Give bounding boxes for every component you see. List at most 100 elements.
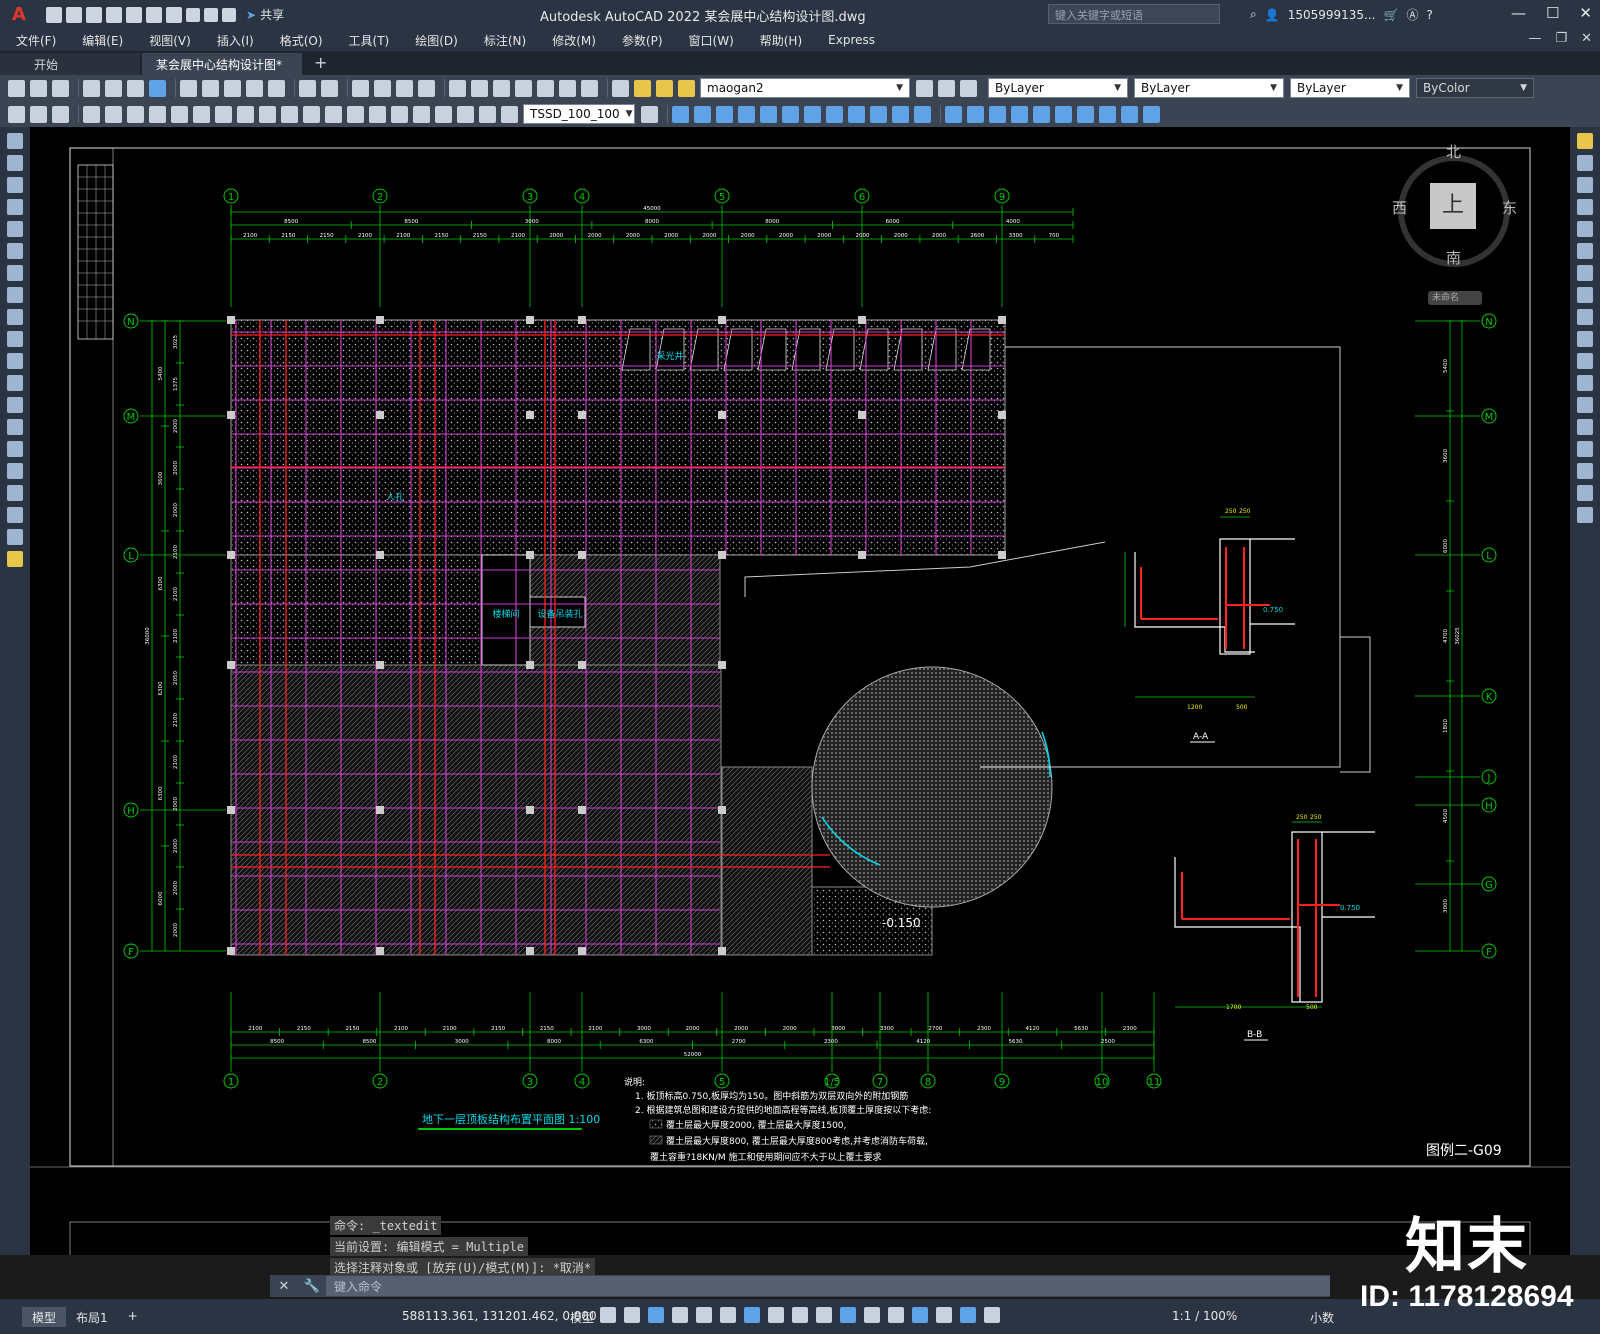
- tab-active-drawing[interactable]: 某会展中心结构设计图* ×: [142, 53, 302, 87]
- match-properties-icon[interactable]: [246, 79, 263, 97]
- dimstyle-manager-icon[interactable]: [641, 105, 658, 123]
- insert-block-icon[interactable]: [7, 375, 23, 391]
- baseline-icon[interactable]: [281, 105, 298, 123]
- modify-tool-icon[interactable]: [826, 105, 843, 123]
- menu-tools[interactable]: 工具(T): [349, 32, 390, 49]
- design-center-icon[interactable]: [471, 79, 488, 97]
- modify-tool-icon[interactable]: [694, 105, 711, 123]
- open-file-icon[interactable]: [66, 6, 82, 23]
- lineweight-icon[interactable]: [768, 1307, 784, 1323]
- search-icon[interactable]: ⌕: [1250, 7, 1257, 22]
- sheet-set-icon[interactable]: [515, 79, 532, 97]
- array-icon[interactable]: [1577, 221, 1593, 237]
- gizmo-icon[interactable]: [912, 1307, 928, 1323]
- inspection-icon[interactable]: [413, 105, 430, 123]
- auto-scale-icon[interactable]: [960, 1307, 976, 1323]
- ortho-icon[interactable]: [648, 1307, 664, 1323]
- object-snap-icon[interactable]: [744, 1307, 760, 1323]
- compass-north[interactable]: 北: [1446, 141, 1461, 162]
- transparency-icon[interactable]: [792, 1307, 808, 1323]
- lineweight-dropdown[interactable]: ByLayer ▼: [1290, 78, 1410, 98]
- save-icon[interactable]: [86, 6, 102, 23]
- 3dprint-icon[interactable]: [149, 79, 166, 97]
- units-readout[interactable]: 小数: [1310, 1309, 1334, 1326]
- break-icon[interactable]: [1577, 397, 1593, 413]
- stretch-icon[interactable]: [1577, 309, 1593, 325]
- close-button[interactable]: ✕: [1579, 4, 1592, 22]
- menu-help[interactable]: 帮助(H): [760, 32, 802, 49]
- chamfer-icon[interactable]: [1577, 441, 1593, 457]
- a360-icon[interactable]: Ⓐ: [1406, 6, 1418, 23]
- jogged-linear-icon[interactable]: [435, 105, 452, 123]
- menu-window[interactable]: 窗口(W): [689, 32, 734, 49]
- polyline-icon[interactable]: [7, 177, 23, 193]
- polygon-icon[interactable]: [7, 199, 23, 215]
- arc-icon[interactable]: [7, 243, 23, 259]
- help-icon[interactable]: ?: [1426, 8, 1432, 22]
- modify-tool-icon[interactable]: [804, 105, 821, 123]
- object-snap-tracking-icon[interactable]: [720, 1307, 736, 1323]
- arc-length-icon[interactable]: [127, 105, 144, 123]
- menu-express[interactable]: Express: [828, 33, 875, 47]
- layer-on-icon[interactable]: [634, 79, 651, 97]
- plot-preview-icon[interactable]: [105, 79, 122, 97]
- trim-icon[interactable]: [1577, 331, 1593, 347]
- menu-file[interactable]: 文件(F): [16, 32, 56, 49]
- revision-cloud-icon[interactable]: [7, 287, 23, 303]
- aligned-dimension-icon[interactable]: [105, 105, 122, 123]
- snap-icon[interactable]: [624, 1307, 640, 1323]
- viewcube[interactable]: 上 北 南 西 东 未命名: [1392, 143, 1517, 305]
- modify-tool-icon[interactable]: [1077, 105, 1094, 123]
- modify-tool-icon[interactable]: [1033, 105, 1050, 123]
- doc-close-button[interactable]: ✕: [1581, 31, 1592, 46]
- tssd-tool-icon[interactable]: [30, 105, 47, 123]
- modify-tool-icon[interactable]: [672, 105, 689, 123]
- compass-south[interactable]: 南: [1446, 247, 1461, 268]
- construction-line-icon[interactable]: [7, 155, 23, 171]
- autocad-logo-icon[interactable]: A: [6, 2, 32, 28]
- break-at-point-icon[interactable]: [1577, 375, 1593, 391]
- model-space-button[interactable]: 模型: [570, 1309, 594, 1326]
- quick-dimension-icon[interactable]: [259, 105, 276, 123]
- modify-tool-icon[interactable]: [782, 105, 799, 123]
- doc-minimize-button[interactable]: —: [1528, 31, 1541, 46]
- add-selected-icon[interactable]: [7, 551, 23, 567]
- fillet-icon[interactable]: [1577, 463, 1593, 479]
- rectangle-icon[interactable]: [7, 221, 23, 237]
- diameter-dimension-icon[interactable]: [215, 105, 232, 123]
- zoom-realtime-icon[interactable]: [374, 79, 391, 97]
- layer-properties-icon[interactable]: [612, 79, 629, 97]
- modify-tool-icon[interactable]: [892, 105, 909, 123]
- cut-icon[interactable]: [180, 79, 197, 97]
- polar-icon[interactable]: [672, 1307, 688, 1323]
- maximize-button[interactable]: ☐: [1546, 4, 1559, 22]
- scale-icon[interactable]: [1577, 287, 1593, 303]
- undo-icon[interactable]: [299, 79, 316, 97]
- modify-tool-icon[interactable]: [967, 105, 984, 123]
- linetype-dropdown[interactable]: ByLayer ▼: [1134, 78, 1284, 98]
- menu-parametric[interactable]: 参数(P): [622, 32, 663, 49]
- modify-tool-icon[interactable]: [1099, 105, 1116, 123]
- hatch-icon[interactable]: [7, 441, 23, 457]
- menu-edit[interactable]: 编辑(E): [82, 32, 123, 49]
- mirror-icon[interactable]: [1577, 177, 1593, 193]
- spline-icon[interactable]: [7, 309, 23, 325]
- drawing-canvas[interactable]: 采光井 楼梯间 设备吊装孔 人孔 1 2 3 4 5 6 9 1 2 3 4 5 1/5 7 8 9 10 11 N M L H F…: [30, 127, 1570, 1255]
- new-file-icon[interactable]: [46, 6, 62, 23]
- qnew-icon[interactable]: [8, 79, 25, 97]
- tab-start[interactable]: 开始: [0, 53, 140, 75]
- add-layout-button[interactable]: +: [118, 1307, 148, 1327]
- compass-west[interactable]: 西: [1392, 197, 1407, 218]
- plot-icon[interactable]: [83, 79, 100, 97]
- annotation-scale-icon[interactable]: [984, 1307, 1000, 1323]
- command-input[interactable]: 键入命令: [326, 1276, 1330, 1296]
- dimension-edit-icon[interactable]: [457, 105, 474, 123]
- open-icon[interactable]: [30, 79, 47, 97]
- drawing-svg[interactable]: 采光井楼梯间 设备吊装孔人孔1 2 3 4 5 6 91 2 3 4 5 1/5 7 8 9 10 11NMLHF…: [30, 127, 1570, 1255]
- layer-states-icon[interactable]: [960, 79, 977, 97]
- block-editor-icon[interactable]: [268, 79, 285, 97]
- customize-icon[interactable]: 🔧: [298, 1279, 326, 1294]
- mtext-icon[interactable]: [7, 529, 23, 545]
- zoom-previous-icon[interactable]: [418, 79, 435, 97]
- annotation-scale-readout[interactable]: 1:1 / 100%: [1172, 1309, 1237, 1323]
